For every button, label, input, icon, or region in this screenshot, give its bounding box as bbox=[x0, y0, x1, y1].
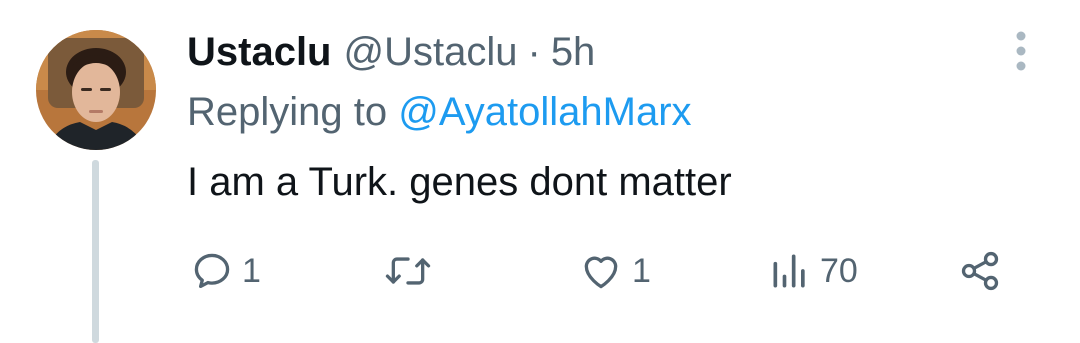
views-icon bbox=[773, 254, 805, 288]
reply-count: 1 bbox=[242, 251, 261, 290]
timestamp[interactable]: 5h bbox=[551, 30, 596, 75]
tweet-header: Ustaclu @Ustaclu · 5h bbox=[187, 24, 595, 80]
share-icon bbox=[961, 251, 999, 291]
more-vertical-icon bbox=[1016, 31, 1026, 71]
more-options-button[interactable] bbox=[1010, 30, 1032, 72]
tweet-text: I am a Turk. genes dont matter bbox=[187, 160, 732, 204]
share-button[interactable] bbox=[958, 248, 1002, 294]
reply-icon bbox=[194, 253, 230, 289]
like-count: 1 bbox=[632, 251, 651, 290]
thread-line bbox=[92, 160, 99, 343]
replying-to-label: Replying to bbox=[187, 90, 399, 134]
retweet-icon bbox=[385, 257, 431, 285]
display-name[interactable]: Ustaclu bbox=[187, 30, 332, 75]
views-count: 70 bbox=[820, 251, 858, 290]
views-button[interactable]: 70 bbox=[768, 248, 858, 294]
avatar-photo bbox=[36, 30, 156, 150]
separator-dot: · bbox=[527, 29, 541, 74]
avatar[interactable] bbox=[36, 30, 156, 150]
like-button[interactable]: 1 bbox=[578, 248, 651, 294]
reply-button[interactable]: 1 bbox=[190, 248, 261, 294]
retweet-button[interactable] bbox=[383, 248, 441, 294]
user-handle[interactable]: @Ustaclu bbox=[344, 30, 518, 75]
heart-icon bbox=[584, 256, 618, 289]
replying-to-line: Replying to @AyatollahMarx bbox=[187, 90, 692, 135]
reply-mention-link[interactable]: @AyatollahMarx bbox=[398, 90, 691, 134]
